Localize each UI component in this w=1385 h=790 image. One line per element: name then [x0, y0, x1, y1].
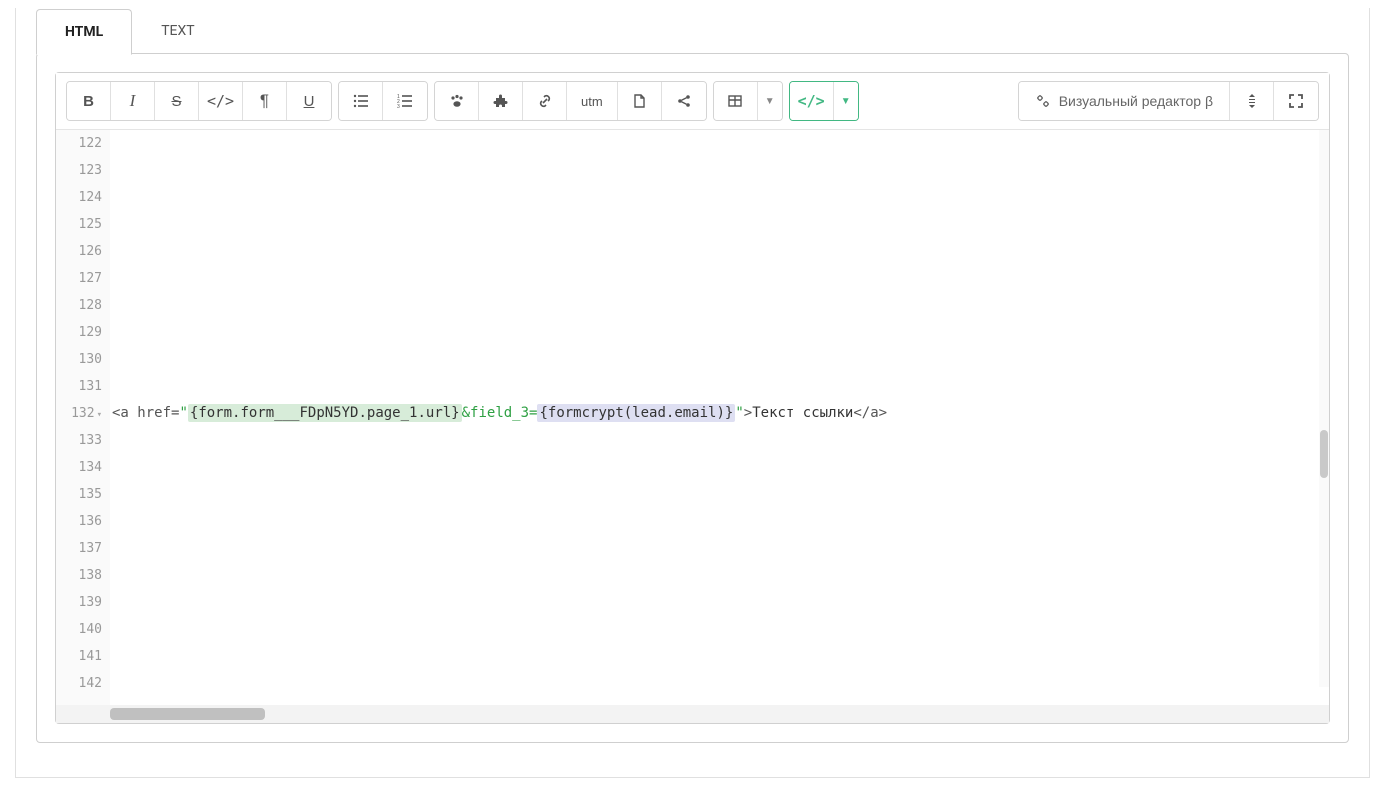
puzzle-button[interactable] [479, 82, 523, 120]
visual-editor-label: Визуальный редактор β [1059, 93, 1213, 109]
list-group: 123 [338, 81, 428, 121]
link-icon [537, 93, 553, 109]
line-gutter: 1221231241251261271281291301311321331341… [56, 130, 110, 705]
source-group: </> ▼ [789, 81, 859, 121]
table-group: ▼ [713, 81, 783, 121]
share-icon [676, 93, 692, 109]
horizontal-scrollbar[interactable] [56, 705, 1329, 723]
bold-button[interactable]: B [67, 82, 111, 120]
share-button[interactable] [662, 82, 706, 120]
paw-icon [449, 93, 465, 109]
tab-text[interactable]: TEXT [132, 8, 223, 54]
format-group: B I S </> ¶ U [66, 81, 332, 121]
ordered-list-button[interactable]: 123 [383, 82, 427, 120]
svg-text:3: 3 [397, 104, 400, 109]
strike-button[interactable]: S [155, 82, 199, 120]
fullscreen-button[interactable] [1274, 82, 1318, 120]
paw-button[interactable] [435, 82, 479, 120]
editor-container: B I S </> ¶ U 123 [36, 53, 1349, 743]
scroll-thumb[interactable] [1320, 430, 1328, 478]
code-content[interactable]: <a href="{form.form___FDpN5YD.page_1.url… [110, 130, 1329, 705]
editor-panel: HTML TEXT B I S </> ¶ U 123 [15, 8, 1370, 778]
expand-icon [1288, 93, 1304, 109]
toolbar: B I S </> ¶ U 123 [56, 73, 1329, 130]
file-icon [631, 93, 647, 109]
editor-inner: B I S </> ¶ U 123 [55, 72, 1330, 724]
italic-button[interactable]: I [111, 82, 155, 120]
source-dropdown[interactable]: ▼ [834, 82, 858, 120]
code-button[interactable]: </> [199, 82, 243, 120]
vertical-scrollbar[interactable] [1319, 130, 1329, 687]
file-button[interactable] [618, 82, 662, 120]
utm-button[interactable]: utm [567, 82, 618, 120]
unordered-list-button[interactable] [339, 82, 383, 120]
underline-button[interactable]: U [287, 82, 331, 120]
visual-editor-group: Визуальный редактор β [1018, 81, 1319, 121]
scroll-sync-button[interactable] [1230, 82, 1274, 120]
visual-editor-button[interactable]: Визуальный редактор β [1019, 82, 1230, 120]
paragraph-button[interactable]: ¶ [243, 82, 287, 120]
table-icon [727, 93, 743, 109]
source-button[interactable]: </> [790, 82, 834, 120]
tab-bar: HTML TEXT [36, 8, 1349, 54]
table-button[interactable] [714, 82, 758, 120]
list-ul-icon [353, 93, 369, 109]
code-editor[interactable]: 1221231241251261271281291301311321331341… [56, 130, 1329, 705]
table-dropdown[interactable]: ▼ [758, 82, 782, 120]
puzzle-icon [493, 93, 509, 109]
scroll-thumb[interactable] [110, 708, 265, 720]
list-ol-icon: 123 [397, 93, 413, 109]
insert-group: utm [434, 81, 707, 121]
scroll-icon [1244, 93, 1260, 109]
link-button[interactable] [523, 82, 567, 120]
tab-html[interactable]: HTML [36, 9, 132, 55]
gears-icon [1035, 93, 1051, 109]
